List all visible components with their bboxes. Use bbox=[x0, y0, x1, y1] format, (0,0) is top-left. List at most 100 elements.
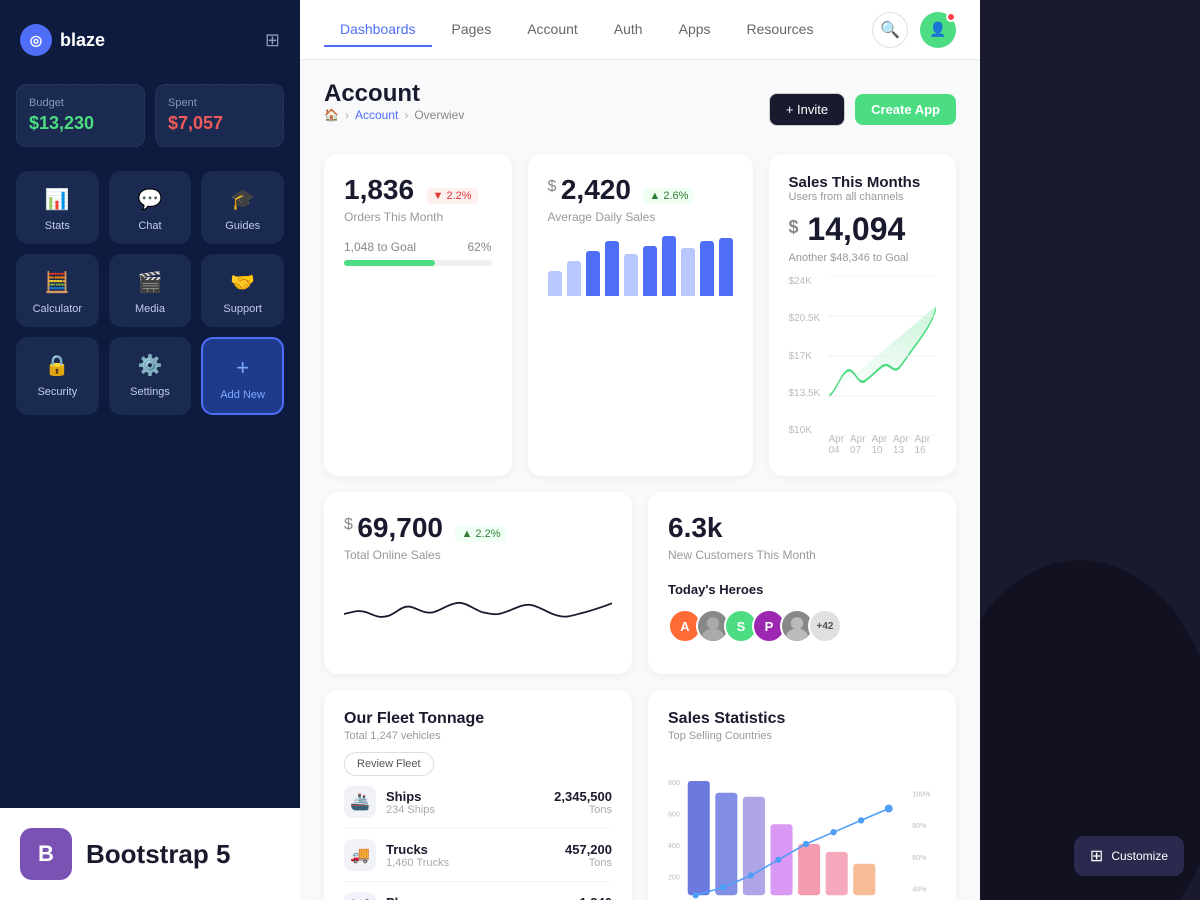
sales-chart-svg: 800 600 400 200 100% 80% 60% 40% bbox=[668, 754, 936, 900]
sidebar-item-chat[interactable]: 💬 Chat bbox=[109, 171, 192, 244]
hero-count: +42 bbox=[808, 609, 842, 643]
right-panel: ⊞ Customize bbox=[980, 0, 1200, 900]
media-label: Media bbox=[135, 303, 165, 315]
tab-account[interactable]: Account bbox=[511, 13, 594, 47]
bar-2 bbox=[567, 261, 581, 296]
trucks-unit: Tons bbox=[565, 857, 612, 869]
logo-text: blaze bbox=[60, 30, 105, 51]
stats-label: Stats bbox=[45, 220, 70, 232]
sidebar-item-media[interactable]: 🎬 Media bbox=[109, 254, 192, 327]
bar-4 bbox=[605, 241, 619, 296]
breadcrumb-account[interactable]: Account bbox=[355, 108, 398, 122]
add-new-icon: + bbox=[236, 355, 249, 381]
review-fleet-button[interactable]: Review Fleet bbox=[344, 752, 434, 776]
progress-bar bbox=[344, 260, 492, 266]
total-sales-card: $ 69,700 ▲ 2.2% Total Online Sales bbox=[324, 492, 632, 674]
budget-cards: Budget $13,230 Spent $7,057 bbox=[16, 84, 284, 147]
breadcrumb: 🏠 › Account › Overwiev bbox=[324, 108, 464, 122]
sales-subtitle: Users from all channels bbox=[789, 191, 937, 203]
notification-dot bbox=[946, 12, 956, 22]
planes-name: Planes bbox=[386, 895, 435, 900]
progress-header: 1,048 to Goal 62% bbox=[344, 240, 492, 254]
ships-unit: Tons bbox=[554, 804, 612, 816]
bar-5 bbox=[624, 254, 638, 296]
breadcrumb-home[interactable]: 🏠 bbox=[324, 108, 339, 122]
budget-card: Budget $13,230 bbox=[16, 84, 145, 147]
daily-sales-label: Average Daily Sales bbox=[548, 210, 733, 224]
bootstrap-badge: B Bootstrap 5 bbox=[20, 828, 280, 880]
fleet-item-planes: ✈️ Planes 8 Aircrafts 1,240 Tons bbox=[344, 882, 612, 900]
page-header: Account 🏠 › Account › Overwiev + Invite … bbox=[324, 80, 956, 138]
bootstrap-icon: B bbox=[20, 828, 72, 880]
sidebar-item-calculator[interactable]: 🧮 Calculator bbox=[16, 254, 99, 327]
fleet-card: Our Fleet Tonnage Total 1,247 vehicles R… bbox=[324, 690, 632, 900]
sidebar-header: ◎ blaze ⊞ bbox=[16, 16, 284, 64]
bottom-grid: Our Fleet Tonnage Total 1,247 vehicles R… bbox=[324, 690, 956, 900]
spent-card: Spent $7,057 bbox=[155, 84, 284, 147]
fleet-list: 🚢 Ships 234 Ships 2,345,500 Tons bbox=[344, 776, 612, 900]
tab-auth[interactable]: Auth bbox=[598, 13, 659, 47]
new-customers-card: 6.3k New Customers This Month Today's He… bbox=[648, 492, 956, 674]
sidebar-item-stats[interactable]: 📊 Stats bbox=[16, 171, 99, 244]
svg-text:80%: 80% bbox=[912, 822, 927, 830]
invite-button[interactable]: + Invite bbox=[769, 93, 845, 126]
sales-stats-subtitle: Top Selling Countries bbox=[668, 730, 936, 742]
chat-label: Chat bbox=[138, 220, 161, 232]
sidebar-item-guides[interactable]: 🎓 Guides bbox=[201, 171, 284, 244]
sales-title: Sales This Months bbox=[789, 174, 937, 191]
calculator-icon: 🧮 bbox=[45, 270, 70, 295]
sales-goal: Another $48,346 to Goal bbox=[789, 252, 937, 264]
tab-resources[interactable]: Resources bbox=[731, 13, 830, 47]
bar-3 bbox=[586, 251, 600, 296]
svg-text:400: 400 bbox=[668, 842, 680, 850]
user-avatar[interactable]: 👤 bbox=[920, 12, 956, 48]
tab-dashboards[interactable]: Dashboards bbox=[324, 13, 432, 47]
line-chart: $24K $20.5K $17K $13.5K $10K bbox=[789, 276, 937, 456]
bar-9 bbox=[700, 241, 714, 296]
sidebar-item-security[interactable]: 🔒 Security bbox=[16, 337, 99, 415]
logo-area: ◎ blaze bbox=[20, 24, 105, 56]
planes-icon: ✈️ bbox=[344, 892, 376, 900]
customize-button[interactable]: ⊞ Customize bbox=[1074, 836, 1184, 876]
sidebar-item-add-new[interactable]: + Add New bbox=[201, 337, 284, 415]
fleet-title: Our Fleet Tonnage bbox=[344, 710, 612, 728]
orders-number: 1,836 bbox=[344, 174, 414, 205]
dollar-sign: $ bbox=[789, 217, 799, 238]
progress-fill bbox=[344, 260, 435, 266]
fleet-subtitle: Total 1,247 vehicles bbox=[344, 730, 612, 742]
spent-label: Spent bbox=[168, 97, 271, 109]
ships-value: 2,345,500 bbox=[554, 789, 612, 804]
sidebar-item-settings[interactable]: ⚙️ Settings bbox=[109, 337, 192, 415]
new-customers-row: 6.3k bbox=[668, 512, 936, 544]
dollar-prefix-2: $ bbox=[344, 516, 353, 534]
tab-apps[interactable]: Apps bbox=[663, 13, 727, 47]
total-sales-label: Total Online Sales bbox=[344, 548, 612, 562]
daily-sales-number: 2,420 bbox=[561, 174, 631, 205]
second-row: $ 69,700 ▲ 2.2% Total Online Sales 6.3k … bbox=[324, 492, 956, 674]
top-nav: Dashboards Pages Account Auth Apps Resou… bbox=[300, 0, 980, 60]
page-area: Account 🏠 › Account › Overwiev + Invite … bbox=[300, 60, 980, 900]
settings-icon: ⚙️ bbox=[138, 353, 163, 378]
orders-number-row: 1,836 ▼ 2.2% bbox=[344, 174, 492, 206]
dollar-prefix: $ bbox=[548, 178, 557, 196]
heroes-row: A S P +42 bbox=[668, 609, 936, 643]
page-actions: + Invite Create App bbox=[769, 93, 956, 126]
total-sales-number: 69,700 bbox=[357, 512, 443, 543]
security-label: Security bbox=[37, 386, 77, 398]
stats-icon: 📊 bbox=[45, 187, 70, 212]
fleet-item-trucks: 🚚 Trucks 1,460 Trucks 457,200 Tons bbox=[344, 829, 612, 882]
svg-text:200: 200 bbox=[668, 873, 680, 881]
daily-sales-number-row: $ 2,420 ▲ 2.6% bbox=[548, 174, 733, 206]
trucks-sub: 1,460 Trucks bbox=[386, 857, 449, 869]
support-icon: 🤝 bbox=[230, 270, 255, 295]
media-icon: 🎬 bbox=[138, 270, 163, 295]
svg-text:600: 600 bbox=[668, 810, 680, 818]
tab-pages[interactable]: Pages bbox=[436, 13, 508, 47]
menu-icon[interactable]: ⊞ bbox=[265, 30, 280, 51]
sidebar-item-support[interactable]: 🤝 Support bbox=[201, 254, 284, 327]
wavy-chart bbox=[344, 574, 612, 654]
create-app-button[interactable]: Create App bbox=[855, 94, 956, 125]
search-button[interactable]: 🔍 bbox=[872, 12, 908, 48]
progress-label: 1,048 to Goal bbox=[344, 240, 416, 254]
progress-area: 1,048 to Goal 62% bbox=[344, 240, 492, 266]
